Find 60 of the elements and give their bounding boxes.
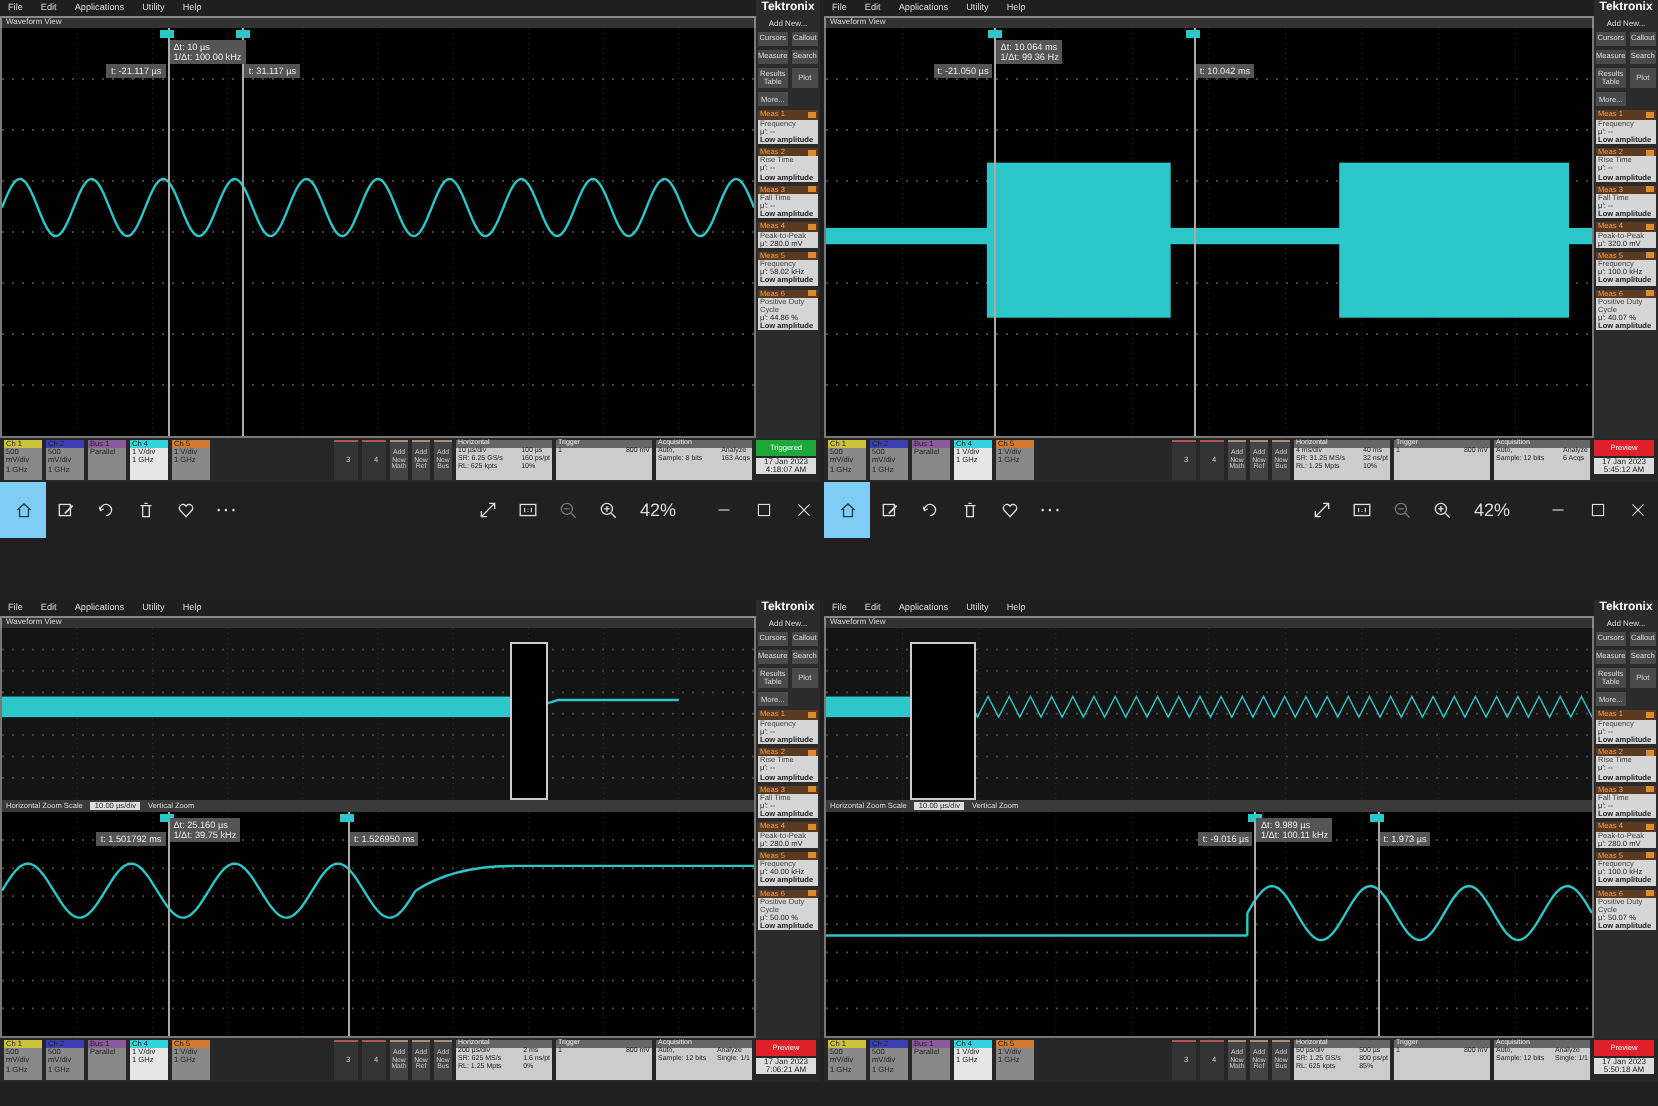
cursor-handle-icon[interactable] xyxy=(340,813,355,822)
trash-icon xyxy=(136,500,156,520)
zoom-window[interactable] xyxy=(910,641,976,800)
close-icon xyxy=(1628,500,1648,520)
badge-icon xyxy=(808,223,816,230)
badge-icon xyxy=(1646,186,1654,193)
cursor-handle-icon[interactable] xyxy=(1370,813,1385,822)
badge-icon xyxy=(1646,786,1654,793)
badge-icon xyxy=(1646,890,1654,897)
cursor-line[interactable] xyxy=(1193,28,1196,436)
badge-icon xyxy=(1646,711,1654,718)
rotate-icon xyxy=(920,500,940,520)
badge-icon xyxy=(1646,290,1654,297)
cursor-line[interactable] xyxy=(167,28,170,436)
zoom-in-icon xyxy=(597,500,618,520)
badge-icon xyxy=(1646,149,1654,156)
zoom-in-icon xyxy=(1431,500,1452,520)
actual-size-icon xyxy=(1351,500,1372,520)
cursor-handle-icon[interactable] xyxy=(160,30,175,38)
cursor-handle-icon[interactable] xyxy=(235,30,250,38)
rotate-icon xyxy=(96,500,116,520)
badge-icon xyxy=(808,711,816,718)
badge-icon xyxy=(808,749,816,756)
cursor-handle-icon[interactable] xyxy=(1186,30,1201,38)
badge-icon xyxy=(1646,223,1654,230)
badge-icon xyxy=(808,823,816,830)
badge-icon xyxy=(1646,252,1654,259)
badge-icon xyxy=(1646,111,1654,118)
edit-icon xyxy=(56,500,76,520)
fullscreen-icon xyxy=(1311,500,1332,520)
cursor-handle-icon[interactable] xyxy=(987,30,1002,38)
fullscreen-icon xyxy=(477,500,498,520)
maximize-icon xyxy=(1588,500,1608,520)
home-icon xyxy=(837,500,857,520)
zoom-level: 42% xyxy=(639,500,676,520)
badge-icon xyxy=(1646,823,1654,830)
badge-icon xyxy=(1646,852,1654,859)
badge-icon xyxy=(808,852,816,859)
actual-size-icon xyxy=(517,500,538,520)
badge-icon xyxy=(808,290,816,297)
badge-icon xyxy=(808,186,816,193)
badge-icon xyxy=(1646,749,1654,756)
heart-icon xyxy=(1000,500,1020,520)
badge-icon xyxy=(808,149,816,156)
zoom-level: 42% xyxy=(1473,500,1510,520)
zoom-window[interactable] xyxy=(509,641,548,800)
badge-icon xyxy=(808,786,816,793)
badge-icon xyxy=(808,111,816,118)
more-button[interactable]: ··· xyxy=(1030,482,1070,538)
zoom-out-icon xyxy=(557,500,578,520)
heart-icon xyxy=(176,500,196,520)
badge-icon xyxy=(808,252,816,259)
edit-icon xyxy=(880,500,900,520)
close-icon xyxy=(794,500,814,520)
trash-icon xyxy=(960,500,980,520)
more-button[interactable]: ··· xyxy=(206,482,246,538)
zoom-out-icon xyxy=(1391,500,1412,520)
maximize-icon xyxy=(754,500,774,520)
badge-icon xyxy=(808,890,816,897)
home-icon xyxy=(13,500,33,520)
